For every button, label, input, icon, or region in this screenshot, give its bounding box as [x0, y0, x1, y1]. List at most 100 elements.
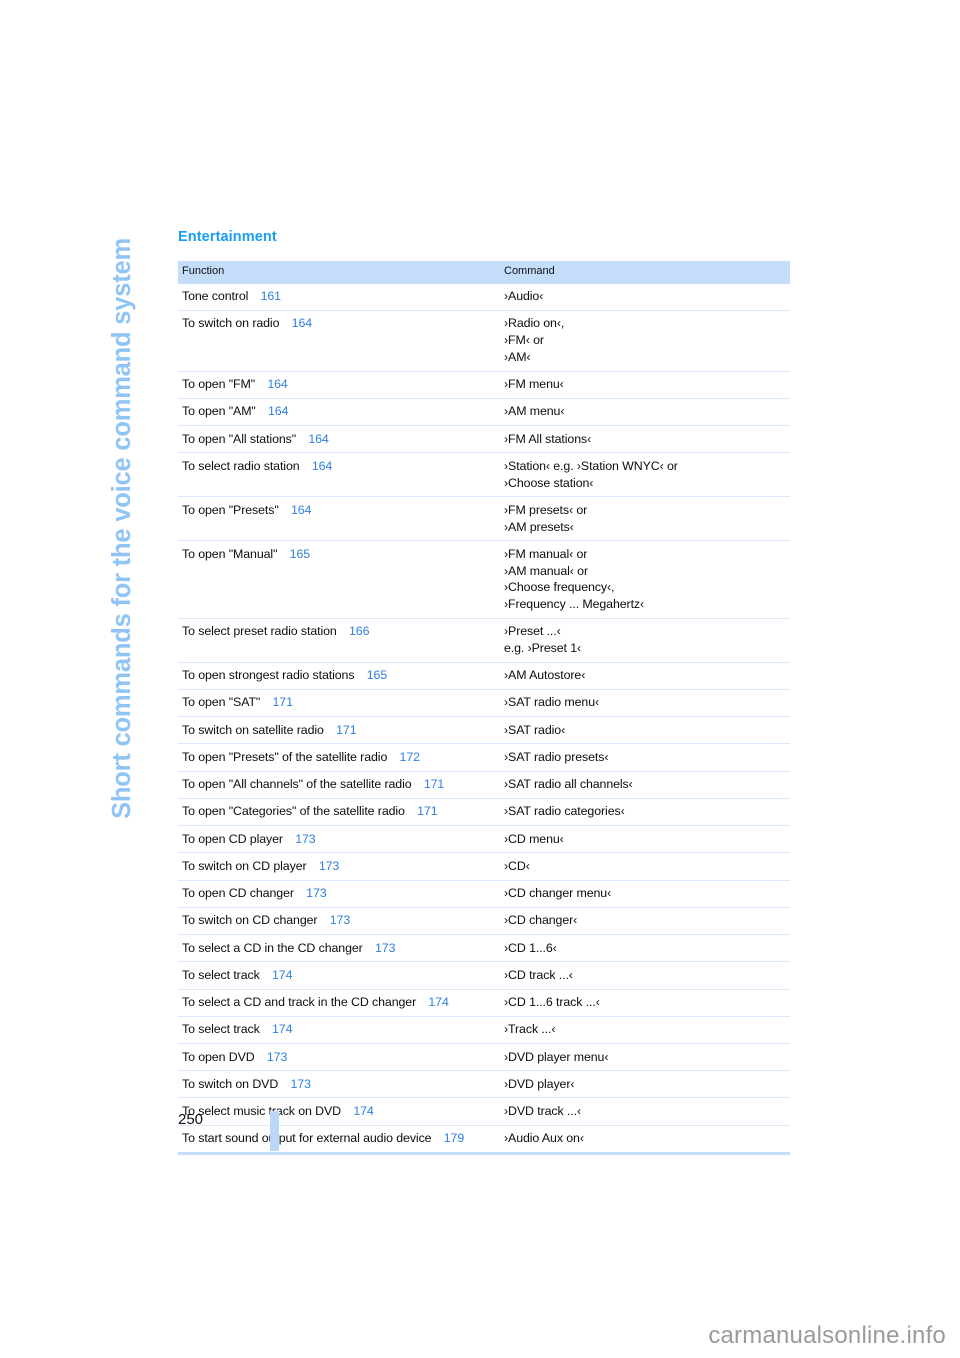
cell-function: Tone control 161	[178, 284, 500, 311]
table-row: To select preset radio station 166 ›Prese…	[178, 617, 790, 663]
function-label: To open "Manual"	[182, 546, 290, 561]
page-reference-link[interactable]: 164	[267, 377, 287, 391]
cell-command: ›Audio Aux on‹	[500, 1124, 790, 1155]
cell-function: To switch on DVD 173	[178, 1070, 500, 1098]
page-reference-link[interactable]: 165	[290, 547, 310, 561]
command-phrase: ›CD menu‹	[504, 831, 564, 846]
cell-function: To select preset radio station 166	[178, 617, 500, 663]
page-reference-link[interactable]: 173	[306, 886, 326, 900]
cell-command: ›SAT radio all channels‹	[500, 770, 790, 799]
page-reference-link[interactable]: 172	[400, 750, 420, 764]
page-reference-link[interactable]: 165	[367, 668, 387, 682]
table-row: To select radio station 164 ›Station‹ e.g…	[178, 452, 790, 497]
function-label: Tone control	[182, 289, 261, 304]
function-label: To select track	[182, 967, 272, 982]
page-number: 250	[178, 1111, 204, 1128]
function-label: To open strongest radio stations	[182, 668, 367, 683]
table-row: Tone control 161 ›Audio‹	[178, 284, 790, 311]
page-reference-link[interactable]: 174	[428, 995, 448, 1009]
cell-command: ›SAT radio presets‹	[500, 743, 790, 772]
page-reference-link[interactable]: 171	[336, 723, 356, 737]
page-reference-link[interactable]: 164	[308, 432, 328, 446]
command-phrase: ›DVD player menu‹	[504, 1049, 609, 1064]
table-row: To open "Presets" of the satellite radio…	[178, 743, 790, 772]
page-reference-link[interactable]: 173	[295, 832, 315, 846]
page-reference-link[interactable]: 164	[312, 459, 332, 473]
table-row: To select track 174 ›CD track ...‹	[178, 961, 790, 990]
command-phrase: ›FM All stations‹	[504, 431, 592, 446]
table-row: To switch on DVD 173 ›DVD player‹	[178, 1070, 790, 1098]
function-label: To select a CD in the CD changer	[182, 940, 375, 955]
cell-command: ›Audio‹	[500, 284, 790, 311]
cell-function: To open "FM" 164	[178, 370, 500, 399]
cell-function: To select track 174	[178, 961, 500, 990]
cell-function: To open "All stations" 164	[178, 425, 500, 453]
command-phrase: ›Frequency ... Megahertz‹	[504, 597, 645, 612]
command-phrase: ›SAT radio categories‹	[504, 804, 625, 819]
function-label: To switch on satellite radio	[182, 722, 337, 737]
page-reference-link[interactable]: 173	[375, 941, 395, 955]
table-row: To switch on CD changer 173 ›CD changer‹	[178, 906, 790, 935]
function-label: To open "AM"	[182, 404, 269, 419]
function-label: To open "FM"	[182, 377, 268, 392]
page-reference-link[interactable]: 173	[267, 1050, 287, 1064]
function-label: To open "Presets"	[182, 502, 291, 517]
cell-function: To open "AM" 164	[178, 397, 500, 426]
page-reference-link[interactable]: 171	[273, 695, 293, 709]
cell-function: To select a CD in the CD changer 173	[178, 934, 500, 962]
page-reference-link[interactable]: 161	[261, 289, 281, 303]
cell-command: ›CD 1...6‹	[500, 934, 790, 962]
table-row: To open CD player 173 ›CD menu‹	[178, 825, 790, 853]
function-label: To select track	[182, 1022, 272, 1037]
function-label: To open "SAT"	[182, 695, 273, 710]
cell-command: ›SAT radio categories‹	[500, 797, 790, 826]
table-row: To switch on satellite radio 171 ›SAT rad…	[178, 716, 790, 744]
command-phrase: ›AM menu‹	[504, 404, 565, 419]
cell-function: To select a CD and track in the CD chang…	[178, 988, 500, 1017]
page-footer: 250	[178, 1111, 378, 1171]
page-reference-link[interactable]: 164	[268, 404, 288, 418]
cell-function: To open CD player 173	[178, 825, 500, 853]
page-reference-link[interactable]: 171	[424, 777, 444, 791]
command-phrase: ›AM manual‹ or	[504, 563, 588, 578]
cell-command: ›DVD player‹	[500, 1070, 790, 1098]
page-reference-link[interactable]: 173	[319, 859, 339, 873]
page-reference-link[interactable]: 164	[291, 503, 311, 517]
command-phrase: ›Preset ...‹	[504, 624, 561, 639]
cell-function: To select radio station 164	[178, 452, 500, 497]
command-phrase: ›CD 1...6 track ...‹	[504, 995, 600, 1010]
function-label: To open DVD	[182, 1049, 267, 1064]
command-phrase: ›FM presets‹ or	[504, 502, 588, 517]
cell-function: To open DVD 173	[178, 1043, 500, 1071]
command-phrase: ›CD changer‹	[504, 913, 578, 928]
cell-command: ›Station‹ e.g. ›Station WNYC‹ or ›Choose …	[500, 452, 790, 497]
chapter-title: Short commands for the voice command sys…	[108, 238, 136, 819]
function-label: To switch on DVD	[182, 1076, 291, 1091]
table-row: To select a CD in the CD changer 173 ›CD …	[178, 934, 790, 962]
page-reference-link[interactable]: 166	[349, 624, 369, 638]
page-reference-link[interactable]: 171	[417, 804, 437, 818]
cell-function: To switch on CD player 173	[178, 852, 500, 881]
cell-function: To switch on radio 164	[178, 309, 500, 372]
command-phrase: ›Choose station‹	[504, 475, 594, 490]
voice-commands-table: Function Command Tone control 161 ›Audio‹…	[178, 261, 790, 1155]
page-reference-link[interactable]: 164	[292, 316, 312, 330]
section-heading: Entertainment	[178, 229, 277, 245]
command-phrase: ›Radio on‹,	[504, 316, 565, 331]
page-reference-link[interactable]: 173	[330, 913, 350, 927]
table-row: To switch on CD player 173 ›CD‹	[178, 852, 790, 881]
command-phrase: ›FM menu‹	[504, 377, 564, 392]
command-phrase: ›AM presets‹	[504, 519, 574, 534]
command-phrase: ›CD changer menu‹	[504, 886, 612, 901]
page-reference-link[interactable]: 174	[272, 1022, 292, 1036]
page-reference-link[interactable]: 179	[444, 1131, 464, 1145]
cell-command: ›DVD track ...‹	[500, 1097, 790, 1126]
command-phrase: ›DVD player‹	[504, 1076, 575, 1091]
cell-function: To open "Manual" 165	[178, 540, 500, 619]
cell-command: ›CD changer menu‹	[500, 879, 790, 908]
page-reference-link[interactable]: 173	[290, 1077, 310, 1091]
command-phrase: ›Choose frequency‹,	[504, 580, 615, 595]
table-header: Function Command	[178, 261, 790, 284]
page-reference-link[interactable]: 174	[272, 968, 292, 982]
cell-function: To select track 174	[178, 1015, 500, 1044]
